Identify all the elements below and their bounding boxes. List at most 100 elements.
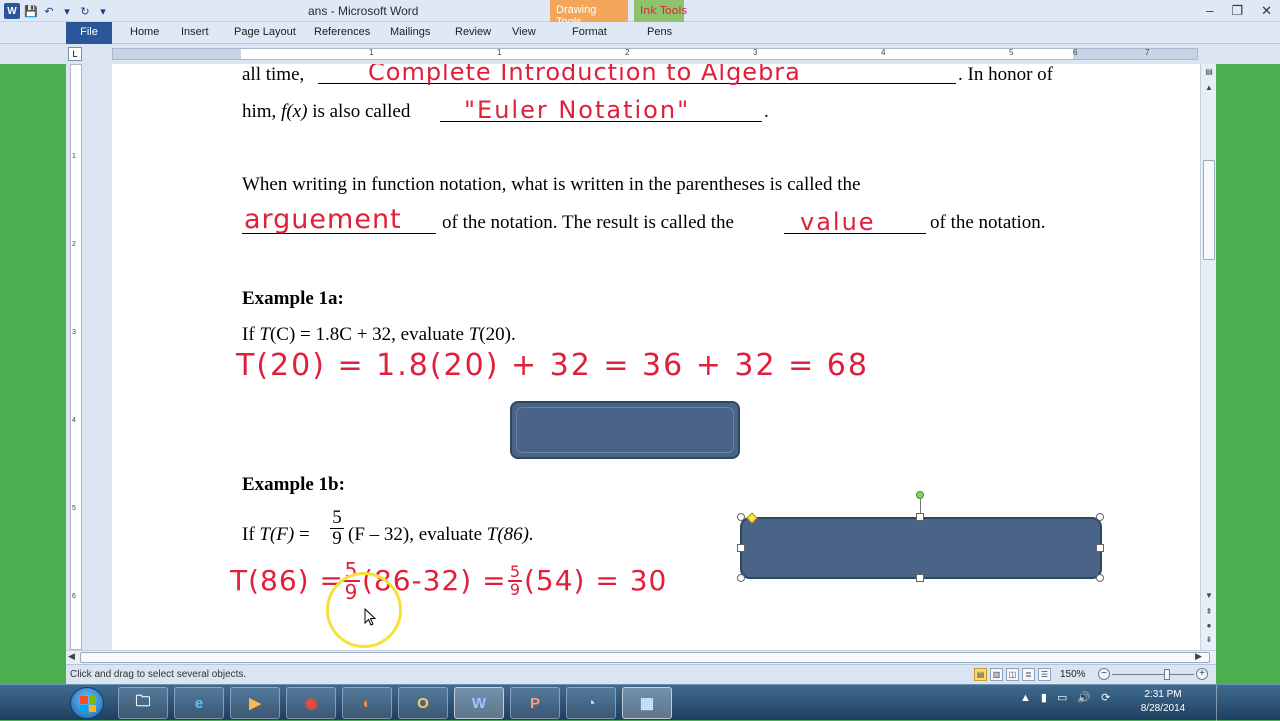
web-layout-button[interactable]: ◫ <box>1006 668 1019 681</box>
zoom-out-icon[interactable]: − <box>1098 668 1110 680</box>
tab-mailings[interactable]: Mailings <box>390 26 430 38</box>
tray-network-icon[interactable]: ▭ <box>1057 691 1067 704</box>
tab-review[interactable]: Review <box>455 26 491 38</box>
tab-format[interactable]: Format <box>572 26 607 38</box>
start-button[interactable] <box>70 687 104 719</box>
taskbar-folder-icon[interactable]: 🗀 <box>118 687 168 719</box>
tab-home[interactable]: Home <box>130 26 159 38</box>
taskbar-internet-explorer-icon[interactable]: e <box>174 687 224 719</box>
next-page-icon[interactable]: ⇟ <box>1203 634 1215 646</box>
tab-references[interactable]: References <box>314 26 370 38</box>
doc-text-result: of the notation. The result is called th… <box>442 212 734 233</box>
text-him: him, <box>242 101 282 122</box>
ruler-number: 4 <box>72 417 76 424</box>
resize-handle-bl[interactable] <box>737 574 745 582</box>
zoom-in-icon[interactable]: + <box>1196 668 1208 680</box>
draft-view-button[interactable]: ☰ <box>1038 668 1051 681</box>
zoom-slider[interactable]: − + <box>1098 668 1208 682</box>
taskbar-clock[interactable]: 2:31 PM 8/28/2014 <box>1136 688 1190 716</box>
text-T86: T(86). <box>486 524 534 545</box>
ruler-toggle-icon[interactable]: ▤ <box>1203 66 1215 78</box>
tab-pens[interactable]: Pens <box>647 26 672 38</box>
scroll-right-icon[interactable]: ▶ <box>1195 651 1202 662</box>
cover-rectangle-2-selected[interactable] <box>740 517 1102 579</box>
tab-view[interactable]: View <box>512 26 536 38</box>
close-button[interactable]: ✕ <box>1261 3 1272 19</box>
doc-text-him: him, f(x) is also called <box>242 101 410 123</box>
vertical-scrollbar[interactable]: ▤ ▲ ▼ ⇞ ● ⇟ <box>1200 64 1216 650</box>
full-screen-reading-button[interactable]: ▥ <box>990 668 1003 681</box>
resize-handle-t[interactable] <box>916 513 924 521</box>
ink-work-1b-end[interactable]: (54) = 30 <box>524 564 667 597</box>
show-desktop-button[interactable] <box>1216 685 1228 721</box>
ruler-number: 5 <box>72 505 76 512</box>
taskbar-network-icon[interactable]: ◔ <box>566 687 616 719</box>
text-if: If <box>242 324 260 345</box>
resize-handle-tr[interactable] <box>1096 513 1104 521</box>
ink-answer-3[interactable]: arguement <box>244 204 402 235</box>
scroll-down-icon[interactable]: ▼ <box>1203 590 1215 602</box>
ink-answer-4[interactable]: value <box>800 208 876 236</box>
zoom-knob[interactable] <box>1164 669 1170 680</box>
example-1a-heading: Example 1a: <box>242 288 344 309</box>
resize-handle-l[interactable] <box>737 544 745 552</box>
ruler-row: L 1 1 2 3 4 5 6 7 <box>0 44 1280 64</box>
ink-fraction-2[interactable]: 5 9 <box>508 564 522 598</box>
taskbar-outlook-icon[interactable]: O <box>398 687 448 719</box>
resize-handle-b[interactable] <box>916 574 924 582</box>
context-label-ink-tools: Ink Tools <box>634 0 687 22</box>
scroll-left-icon[interactable]: ◀ <box>68 651 75 662</box>
tab-page-layout[interactable]: Page Layout <box>234 26 296 38</box>
outline-view-button[interactable]: ≣ <box>1022 668 1035 681</box>
ink-work-1a[interactable]: T(20) = 1.8(20) + 32 = 36 + 32 = 68 <box>236 348 869 383</box>
resize-handle-br[interactable] <box>1096 574 1104 582</box>
document-page[interactable]: all time, Complete Introduction to Algeb… <box>112 64 1200 650</box>
tray-device-icon[interactable]: ▮ <box>1041 691 1047 704</box>
undo-icon[interactable]: ↶ <box>42 4 56 18</box>
ruler-number: 5 <box>1009 48 1014 57</box>
ink-answer-2[interactable]: "Euler Notation" <box>464 96 690 124</box>
previous-page-icon[interactable]: ⇞ <box>1203 606 1215 618</box>
horizontal-scrollbar[interactable]: ◀ ▶ <box>66 650 1216 664</box>
taskbar-word-icon[interactable]: W <box>454 687 504 719</box>
resize-handle-r[interactable] <box>1096 544 1104 552</box>
volume-icon[interactable]: 🔊 <box>1077 691 1091 704</box>
resize-handle-tl[interactable] <box>737 513 745 521</box>
word-logo-icon[interactable]: W <box>4 3 20 19</box>
right-background <box>1216 64 1280 650</box>
maximize-button[interactable]: ❐ <box>1231 3 1243 19</box>
tab-selector[interactable]: L <box>68 47 82 61</box>
tray-expand-icon[interactable]: ▲ <box>1020 692 1031 704</box>
customize-qat-icon[interactable]: ▾ <box>96 4 110 18</box>
vertical-ruler[interactable]: 1 2 3 4 5 6 <box>70 64 82 650</box>
ink-fraction-denominator: 9 <box>508 580 522 599</box>
text-if: If <box>242 524 260 545</box>
minimize-button[interactable]: – <box>1206 3 1213 19</box>
rotate-handle[interactable] <box>916 491 924 499</box>
ink-answer-1[interactable]: Complete Introduction to Algebra <box>368 64 801 86</box>
taskbar-powerpoint-icon[interactable]: P <box>510 687 560 719</box>
ink-work-1b-left[interactable]: T(86) = <box>230 564 344 597</box>
vertical-scroll-thumb[interactable] <box>1203 160 1215 260</box>
ruler-number: 1 <box>72 153 76 160</box>
tab-file[interactable]: File <box>66 22 112 44</box>
save-icon[interactable]: 💾 <box>24 4 38 18</box>
scroll-up-icon[interactable]: ▲ <box>1203 82 1215 94</box>
horizontal-ruler[interactable]: 1 1 2 3 4 5 6 7 <box>112 48 1198 60</box>
redo-icon[interactable]: ↻ <box>78 4 92 18</box>
horizontal-scroll-thumb[interactable] <box>80 652 1210 663</box>
taskbar-firefox-icon[interactable]: ◐ <box>342 687 392 719</box>
tab-insert[interactable]: Insert <box>181 26 209 38</box>
vertical-ruler-area: 1 2 3 4 5 6 <box>66 64 112 650</box>
cover-rectangle-1[interactable] <box>510 401 740 459</box>
zoom-level[interactable]: 150% <box>1060 669 1086 680</box>
taskbar-snipping-icon[interactable]: ▦ <box>622 687 672 719</box>
clock-time: 2:31 PM <box>1144 689 1182 700</box>
select-browse-object-icon[interactable]: ● <box>1203 620 1215 632</box>
doc-text-of-notation: of the notation. <box>930 212 1046 233</box>
taskbar-chrome-icon[interactable]: ◉ <box>286 687 336 719</box>
print-layout-view-button[interactable]: ▤ <box>974 668 987 681</box>
taskbar-media-player-icon[interactable]: ▶ <box>230 687 280 719</box>
undo-dropdown-icon[interactable]: ▾ <box>60 4 74 18</box>
tray-sync-icon[interactable]: ⟳ <box>1101 691 1110 704</box>
